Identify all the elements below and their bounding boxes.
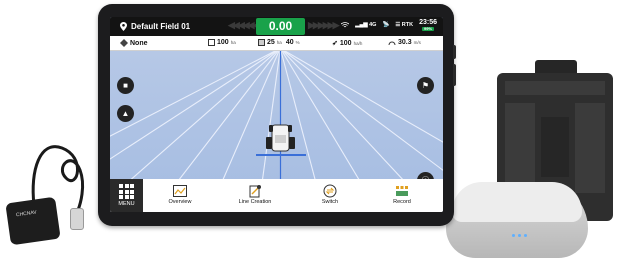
- record-icon: [394, 184, 410, 198]
- rate-info: ➶ 100 ha/h: [332, 39, 363, 48]
- record-label: Record: [393, 199, 411, 205]
- camera-icon: ■: [123, 81, 128, 90]
- battery-badge: 99%: [422, 26, 435, 31]
- north-arrow-icon: ▲: [121, 109, 130, 118]
- menu-button[interactable]: MENU: [110, 179, 143, 212]
- product-composite: CHCNAV Default Field 01 ◀◀◀◀◀◀ 0.00 ▶▶▶▶…: [0, 0, 626, 265]
- overview-label: Overview: [168, 199, 192, 205]
- tablet-side-button: [453, 45, 456, 59]
- line-creation-label: Line Creation: [238, 199, 272, 205]
- rocket-icon: ➶: [332, 40, 338, 47]
- field-name: Default Field 01: [131, 22, 191, 31]
- flag-button[interactable]: ⚑: [417, 77, 434, 94]
- line-creation-button[interactable]: Line Creation: [225, 184, 285, 205]
- north-arrow-button[interactable]: ▲: [117, 105, 134, 122]
- rtk-status: ☰ RTK: [395, 22, 414, 28]
- info-bar: None 100 ha 25 ha 40% ➶ 100 ha/h 30.3 m/s: [110, 36, 443, 51]
- gauge-icon: [388, 41, 396, 46]
- status-bar: Default Field 01 ◀◀◀◀◀◀ 0.00 ▶▶▶▶▶▶ ▂▄▆ …: [110, 17, 443, 36]
- overview-icon: [172, 184, 188, 198]
- gnss-status-leds: [512, 234, 527, 237]
- clock: 23:56 99%: [419, 19, 437, 31]
- steer-right-indicator: ▶▶▶▶▶▶: [308, 20, 340, 30]
- switch-button[interactable]: Switch: [300, 184, 360, 205]
- menu-grid-icon: [119, 184, 134, 199]
- time: 23:56: [419, 19, 437, 26]
- tablet-side-button: [453, 64, 456, 86]
- tractor-icon: [266, 124, 295, 152]
- implement-value: None: [130, 39, 148, 47]
- record-button[interactable]: Record: [372, 184, 432, 205]
- line-creation-icon: [247, 184, 263, 198]
- area-icon: [258, 39, 265, 46]
- camera-button[interactable]: ■: [117, 77, 134, 94]
- guidance-map[interactable]: ■ ▲ ⚑ ⦿: [110, 51, 443, 198]
- gnss-receiver-dome: [452, 182, 582, 222]
- location-pin-icon: [120, 22, 127, 31]
- guidance-lines: [110, 51, 443, 198]
- bottom-toolbar: MENU Overview Line Creation Switch Recor…: [110, 179, 443, 212]
- width-icon: [208, 39, 215, 46]
- switch-icon: [322, 184, 338, 198]
- wifi-icon: [341, 22, 350, 28]
- overview-button[interactable]: Overview: [150, 184, 210, 205]
- sensor-body: [5, 196, 61, 246]
- implement-info[interactable]: None: [120, 39, 148, 47]
- menu-label: MENU: [118, 201, 135, 207]
- speed-display: 0.00: [256, 18, 305, 35]
- flag-icon: ⚑: [421, 81, 430, 90]
- width-info: 100 ha: [208, 39, 236, 46]
- implement-icon: [120, 39, 128, 47]
- area-info: 25 ha 40%: [258, 39, 300, 46]
- status-icons: ▂▄▆ 4G 📡 ☰ RTK 23:56 99%: [341, 19, 437, 31]
- cellular-signal: ▂▄▆ 4G: [355, 22, 377, 28]
- steer-left-indicator: ◀◀◀◀◀◀: [228, 20, 260, 30]
- sensor-plug: [70, 208, 84, 230]
- field-selector[interactable]: Default Field 01: [110, 22, 238, 31]
- satellite-icon: 📡: [382, 22, 390, 28]
- switch-label: Switch: [321, 199, 339, 205]
- distance-info: 30.3 m/s: [388, 39, 421, 46]
- tablet-screen: Default Field 01 ◀◀◀◀◀◀ 0.00 ▶▶▶▶▶▶ ▂▄▆ …: [110, 17, 443, 212]
